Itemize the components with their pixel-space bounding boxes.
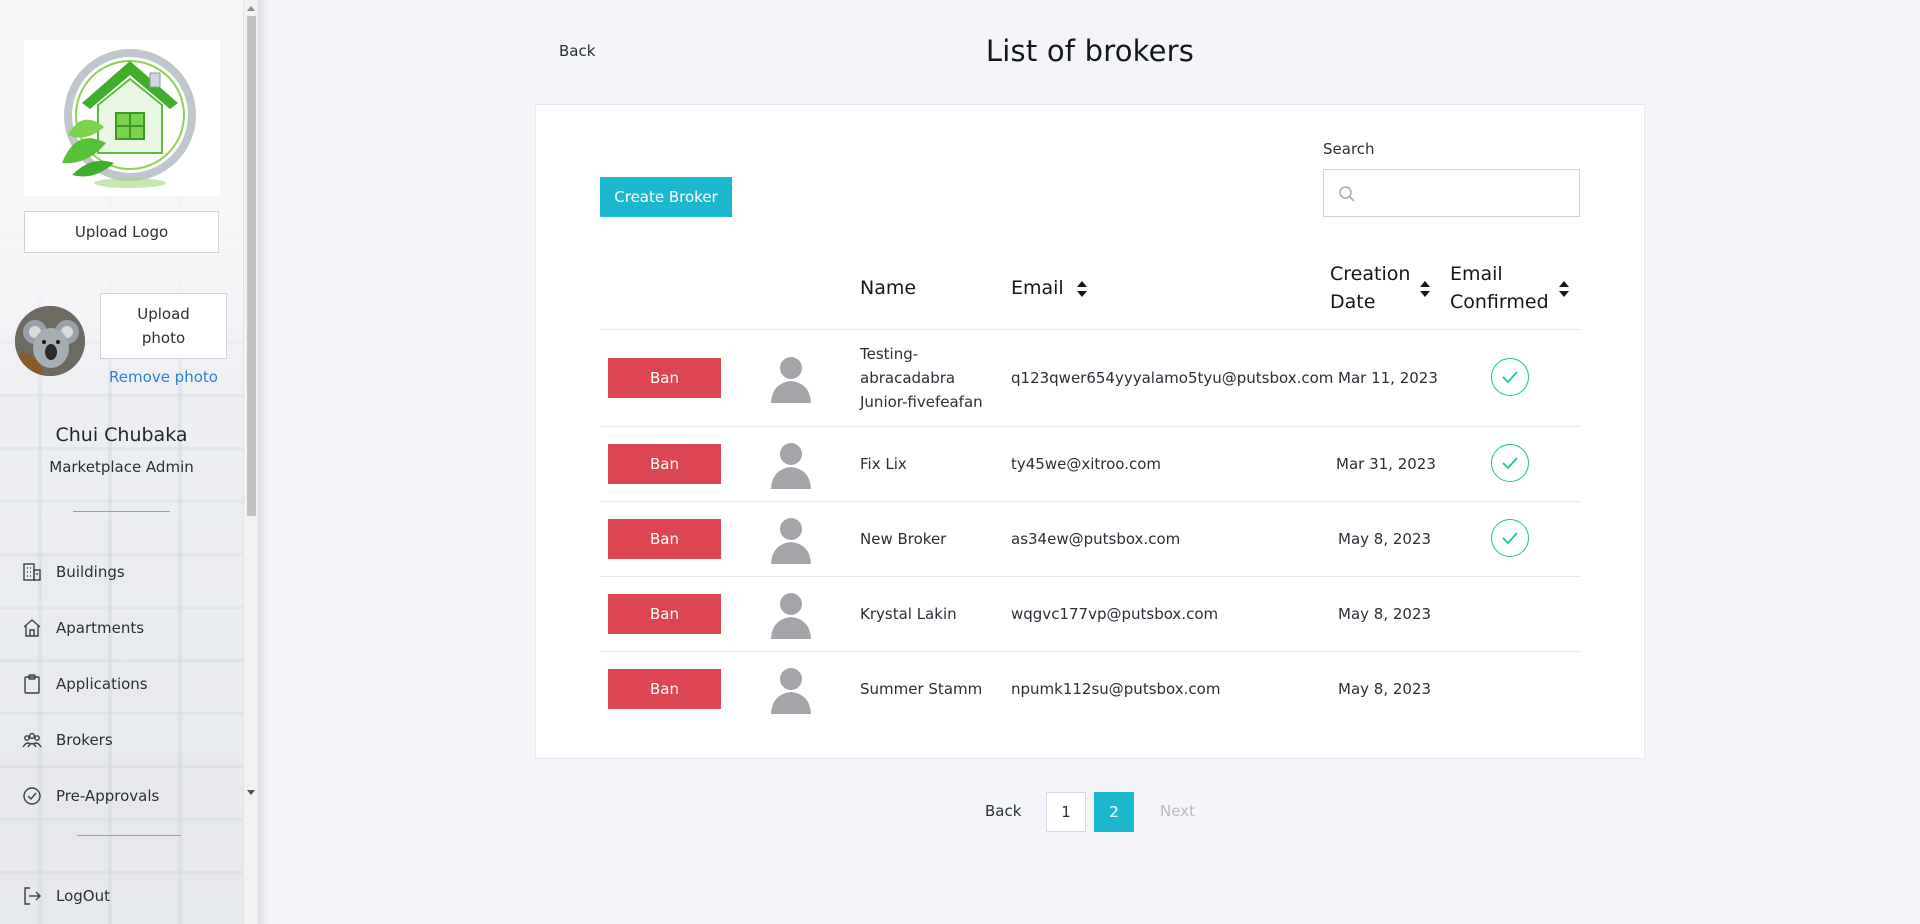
broker-email: q123qwer654yyyalamo5tyu@putsbox.com xyxy=(1011,369,1334,387)
remove-photo-link[interactable]: Remove photo xyxy=(100,368,227,386)
broker-name: Testing-abracadabra Junior-fivefeafan xyxy=(860,345,983,411)
logout-button[interactable]: LogOut xyxy=(22,881,110,911)
scroll-up-icon[interactable] xyxy=(247,6,255,11)
column-header-email-confirmed[interactable]: Email Confirmed xyxy=(1450,260,1560,316)
column-header-label: Email Confirmed xyxy=(1450,263,1549,313)
search-field[interactable] xyxy=(1323,169,1580,217)
check-circle-icon xyxy=(22,786,42,806)
broker-email: wqgvc177vp@putsbox.com xyxy=(1011,605,1219,623)
sidebar-divider xyxy=(77,835,181,836)
email-confirmed-icon xyxy=(1491,519,1529,557)
creation-date: Mar 11, 2023 xyxy=(1338,369,1438,387)
table-divider xyxy=(600,576,1580,577)
broker-email: as34ew@putsbox.com xyxy=(1011,530,1181,548)
table-divider xyxy=(600,329,1580,330)
ban-button[interactable]: Ban xyxy=(608,444,721,484)
user-placeholder-icon xyxy=(771,593,811,639)
user-placeholder-icon xyxy=(771,357,811,403)
email-confirmed-icon xyxy=(1491,444,1529,482)
ban-button[interactable]: Ban xyxy=(608,519,721,559)
user-role: Marketplace Admin xyxy=(49,458,194,476)
broker-name: Fix Lix xyxy=(860,455,907,473)
building-icon xyxy=(22,562,42,582)
page-1-button[interactable]: 1 xyxy=(1046,792,1086,832)
table-divider xyxy=(600,501,1580,502)
house-logo-icon xyxy=(62,49,196,188)
sidebar-item-label: Applications xyxy=(56,675,148,693)
broker-email: npumk112su@putsbox.com xyxy=(1011,680,1221,698)
broker-name: New Broker xyxy=(860,530,947,548)
sidebar-item-pre-approvals[interactable]: Pre-Approvals xyxy=(22,781,159,811)
search-input[interactable] xyxy=(1364,178,1569,208)
ban-button[interactable]: Ban xyxy=(608,669,721,709)
sidebar-item-buildings[interactable]: Buildings xyxy=(22,557,125,587)
column-header-label: Email xyxy=(1011,277,1064,299)
column-header-creation-date[interactable]: Creation Date xyxy=(1330,260,1425,316)
table-divider xyxy=(600,426,1580,427)
koala-avatar-icon xyxy=(15,306,85,376)
avatar xyxy=(15,306,85,376)
sidebar-scrollbar[interactable] xyxy=(243,0,258,924)
column-header-email[interactable]: Email xyxy=(1011,274,1088,302)
upload-photo-button[interactable]: Upload photo xyxy=(100,293,227,359)
clipboard-icon xyxy=(22,674,42,694)
logout-label: LogOut xyxy=(56,887,110,905)
page-2-button[interactable]: 2 xyxy=(1094,792,1134,832)
pagination-next-button[interactable]: Next xyxy=(1160,802,1195,820)
search-label: Search xyxy=(1323,140,1375,158)
creation-date: May 8, 2023 xyxy=(1338,605,1432,623)
search-icon xyxy=(1339,186,1355,202)
broker-name: Krystal Lakin xyxy=(860,605,957,623)
column-header-label: Creation Date xyxy=(1330,263,1411,313)
create-broker-button[interactable]: Create Broker xyxy=(600,177,732,217)
sidebar-divider xyxy=(73,511,170,512)
scroll-down-icon[interactable] xyxy=(247,790,255,795)
email-confirmed-icon xyxy=(1491,358,1529,396)
upload-logo-button[interactable]: Upload Logo xyxy=(24,211,219,253)
sort-icon[interactable] xyxy=(1076,280,1088,298)
sort-icon[interactable] xyxy=(1558,280,1570,298)
sidebar: Upload Logo Upload photo Remove photo Ch… xyxy=(0,0,258,924)
sidebar-shadow xyxy=(258,0,270,924)
company-logo xyxy=(24,40,220,196)
sidebar-item-brokers[interactable]: Brokers xyxy=(22,725,113,755)
people-icon xyxy=(22,730,42,750)
sidebar-item-apartments[interactable]: Apartments xyxy=(22,613,144,643)
column-header-name: Name xyxy=(860,277,917,299)
user-name: Chui Chubaka xyxy=(55,424,188,446)
user-placeholder-icon xyxy=(771,518,811,564)
page-title: List of brokers xyxy=(985,34,1195,68)
creation-date: May 8, 2023 xyxy=(1338,680,1432,698)
pagination-back-button[interactable]: Back xyxy=(985,802,1021,820)
sidebar-item-label: Apartments xyxy=(56,619,145,637)
back-link[interactable]: Back xyxy=(559,42,595,60)
ban-button[interactable]: Ban xyxy=(608,594,721,634)
sort-icon[interactable] xyxy=(1419,280,1431,298)
logout-icon xyxy=(22,886,42,906)
creation-date: May 8, 2023 xyxy=(1338,530,1432,548)
home-icon xyxy=(22,618,42,638)
sidebar-item-label: Brokers xyxy=(56,731,113,749)
broker-name: Summer Stamm xyxy=(860,680,983,698)
user-placeholder-icon xyxy=(771,443,811,489)
sidebar-item-label: Pre-Approvals xyxy=(56,787,160,805)
broker-email: ty45we@xitroo.com xyxy=(1011,455,1161,473)
sidebar-item-applications[interactable]: Applications xyxy=(22,669,148,699)
user-placeholder-icon xyxy=(771,668,811,714)
scroll-thumb[interactable] xyxy=(247,16,256,516)
ban-button[interactable]: Ban xyxy=(608,358,721,398)
sidebar-item-label: Buildings xyxy=(56,563,125,581)
table-divider xyxy=(600,651,1580,652)
creation-date: Mar 31, 2023 xyxy=(1336,455,1436,473)
